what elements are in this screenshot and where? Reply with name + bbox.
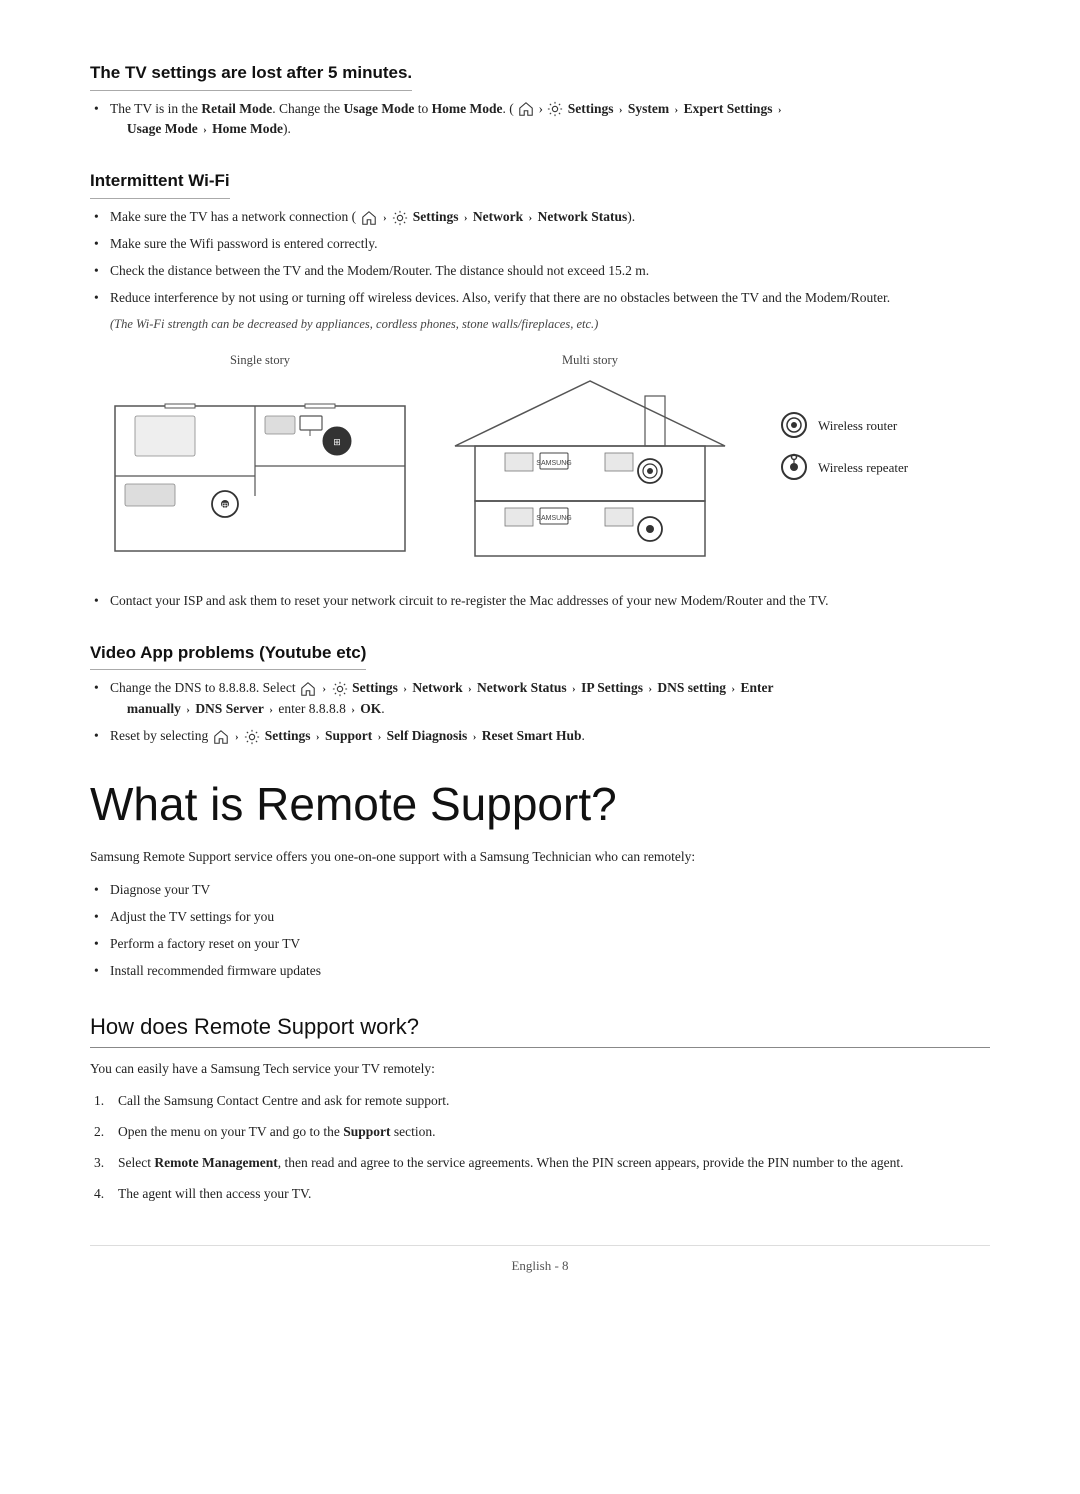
svg-text:SAMSUNG: SAMSUNG — [536, 515, 571, 522]
multi-story-svg: SAMSUNG SAMSUNG — [445, 376, 735, 566]
legend-repeater: Wireless repeater — [780, 453, 990, 481]
legend-router: Wireless router — [780, 411, 990, 439]
how-remote-intro: You can easily have a Samsung Tech servi… — [90, 1058, 990, 1080]
how-remote-steps: 1. Call the Samsung Contact Centre and a… — [90, 1091, 990, 1205]
svg-text:SAMSUNG: SAMSUNG — [536, 460, 571, 467]
wifi-section: Intermittent Wi-Fi Make sure the TV has … — [90, 168, 990, 612]
step-2: 2. Open the menu on your TV and go to th… — [90, 1122, 990, 1143]
multi-story-diagram: Multi story SAMSUNG — [430, 351, 750, 573]
chevron-icon: › — [538, 101, 546, 116]
wifi-bullet-3: Check the distance between the TV and th… — [90, 261, 990, 282]
step-4: 4. The agent will then access your TV. — [90, 1184, 990, 1205]
home-icon — [518, 101, 534, 117]
remote-support-bullets: Diagnose your TV Adjust the TV settings … — [90, 880, 990, 982]
remote-support-bullet-2: Adjust the TV settings for you — [90, 907, 990, 928]
remote-support-title: What is Remote Support? — [90, 777, 990, 832]
wifi-bullet-2: Make sure the Wifi password is entered c… — [90, 234, 990, 255]
gear-icon-2 — [392, 210, 408, 226]
how-remote-section: How does Remote Support work? You can ea… — [90, 1010, 990, 1205]
single-story-diagram: Single story ⊞ — [90, 351, 430, 573]
repeater-label: Wireless repeater — [818, 458, 908, 478]
diagram-legend: Wireless router Wireless repeater — [750, 351, 990, 481]
home-icon-4 — [213, 729, 229, 745]
gear-icon-1 — [547, 101, 563, 117]
multi-story-label: Multi story — [430, 351, 750, 370]
remote-support-bullet-1: Diagnose your TV — [90, 880, 990, 901]
wifi-after-bullets: Contact your ISP and ask them to reset y… — [90, 591, 990, 612]
wifi-title: Intermittent Wi-Fi — [90, 168, 230, 199]
wifi-bullet-1: Make sure the TV has a network connectio… — [90, 207, 990, 228]
single-story-label: Single story — [90, 351, 430, 370]
page: The TV settings are lost after 5 minutes… — [0, 0, 1080, 1494]
step-3: 3. Select Remote Management, then read a… — [90, 1153, 990, 1174]
router-legend-icon — [780, 411, 808, 439]
tv-settings-bullets: The TV is in the Retail Mode. Change the… — [90, 99, 990, 141]
gear-icon-4 — [244, 729, 260, 745]
repeater-legend-icon — [780, 453, 808, 481]
step-1: 1. Call the Samsung Contact Centre and a… — [90, 1091, 990, 1112]
video-app-bullet-1: Change the DNS to 8.8.8.8. Select › Sett… — [90, 678, 990, 720]
video-app-bullet-2: Reset by selecting › Settings › Support … — [90, 726, 990, 747]
video-app-title: Video App problems (Youtube etc) — [90, 640, 366, 671]
gear-icon-3 — [332, 681, 348, 697]
wifi-diagram: Single story ⊞ — [90, 351, 990, 573]
wifi-isp-bullet: Contact your ISP and ask them to reset y… — [90, 591, 990, 612]
svg-text:⊞: ⊞ — [333, 437, 341, 447]
single-story-svg: ⊞ ⊞ — [105, 376, 415, 566]
svg-text:⊞: ⊞ — [222, 501, 229, 510]
home-icon-3 — [300, 681, 316, 697]
remote-support-bullet-4: Install recommended firmware updates — [90, 961, 990, 982]
wifi-note: (The Wi-Fi strength can be decreased by … — [110, 315, 990, 334]
how-remote-title: How does Remote Support work? — [90, 1010, 990, 1048]
video-app-bullets: Change the DNS to 8.8.8.8. Select › Sett… — [90, 678, 990, 747]
router-label: Wireless router — [818, 416, 897, 436]
tv-settings-bullet-1: The TV is in the Retail Mode. Change the… — [90, 99, 990, 141]
video-app-section: Video App problems (Youtube etc) Change … — [90, 640, 990, 747]
home-icon-2 — [361, 210, 377, 226]
wifi-bullet-4: Reduce interference by not using or turn… — [90, 288, 990, 309]
remote-support-intro: Samsung Remote Support service offers yo… — [90, 846, 990, 868]
remote-support-bullet-3: Perform a factory reset on your TV — [90, 934, 990, 955]
remote-support-section: What is Remote Support? Samsung Remote S… — [90, 777, 990, 981]
footer-text: English - 8 — [511, 1258, 568, 1273]
tv-settings-title: The TV settings are lost after 5 minutes… — [90, 60, 412, 91]
wifi-bullets: Make sure the TV has a network connectio… — [90, 207, 990, 309]
footer: English - 8 — [90, 1245, 990, 1276]
tv-settings-section: The TV settings are lost after 5 minutes… — [90, 60, 990, 140]
